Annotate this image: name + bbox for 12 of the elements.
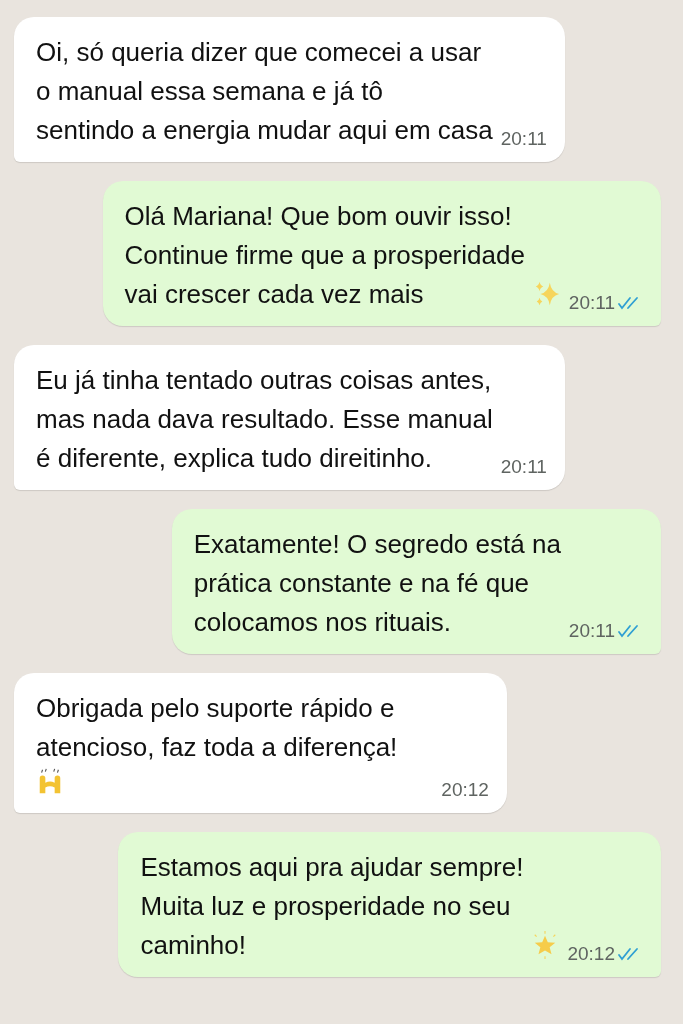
message-text: Exatamente! O segredo está na prática constante e na fé que colocamos nos rituais. [193,528,561,639]
message-time: 20:12 [567,943,615,965]
message-time: 20:12 [441,779,489,801]
message-time: 20:11 [568,620,615,642]
message-text: Olá Mariana! Que bom ouvir isso! Continue firme que a prosperidade vai crescer cada vez mais [124,200,525,311]
message-time: 20:11 [568,292,615,314]
message-time: 20:11 [500,456,547,478]
message-text: Eu já tinha tentado outras coisas antes, mas nada dava resultado. Esse manual é diferente, explica tudo direitinho. [36,364,493,475]
message-text: Oi, só queria dizer que comecei a usar o manual essa semana e já tô sentindo a energia mudar aqui em casa [36,36,493,147]
message-text: Obrigada pelo suporte rápido e atencioso, faz toda a diferença! [36,692,399,764]
message-time: 20:11 [500,128,547,150]
message-text: Estamos aqui pra ajudar sempre! Muita luz e prosperidade no seu caminho! [140,851,524,962]
